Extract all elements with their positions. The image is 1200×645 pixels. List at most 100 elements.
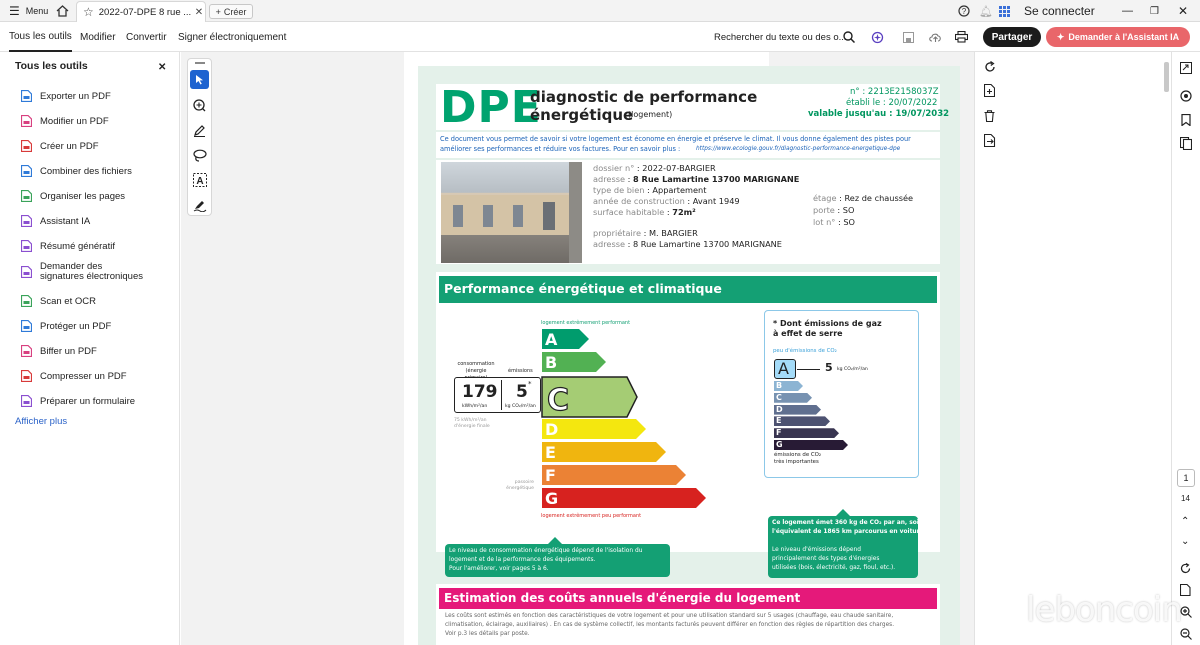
search-button[interactable] [843,22,855,52]
tab-edit-label: Modifier [80,31,116,43]
photo-wall [569,162,582,263]
tool-item-protect-pdf[interactable]: Protéger un PDF [20,320,111,332]
draw-tool-button[interactable] [193,149,207,167]
dpe-valid-until: valable jusqu'au : 19/07/2032 [808,109,950,119]
close-panel-icon[interactable]: ✕ [158,62,166,73]
export-panel-button[interactable] [1180,61,1192,79]
tool-item-label: Biffer un PDF [40,345,97,357]
tool-item-scan-ocr[interactable]: Scan et OCR [20,295,96,307]
comment-tool-button[interactable] [193,99,206,117]
home-button[interactable] [56,0,69,22]
lot-value: SO [843,217,856,227]
rotate-button[interactable] [984,60,996,78]
close-icon: ✕ [1178,4,1189,18]
passoire-label: passoire énergétique [506,480,534,491]
tool-item-generative-summary[interactable]: Résumé génératif [20,240,115,252]
energy-class-e-arrow: E [542,442,666,462]
owner-label: propriétaire [593,228,641,238]
menu-button[interactable]: ☰ Menu [9,0,48,22]
ges-high-label-1: émissions de CO₂ [774,452,822,458]
bookmarks-panel-button[interactable] [1180,113,1192,131]
ai-panel-button[interactable] [1180,89,1192,107]
help-icon: ? [958,5,970,17]
export-pdf-icon [20,90,32,102]
tool-item-create-pdf[interactable]: Créer un PDF [20,140,99,152]
close-window-button[interactable]: ✕ [1178,0,1188,22]
scan-ocr-icon [20,295,32,307]
text-select-tool-button[interactable]: A [193,173,207,192]
ai-assistant-icon [20,215,32,227]
tool-item-redact-pdf[interactable]: Biffer un PDF [20,345,97,357]
tool-item-edit-pdf[interactable]: Modifier un PDF [20,115,109,127]
tool-item-ai-assistant[interactable]: Assistant IA [20,215,90,227]
delete-page-button[interactable] [984,109,995,127]
lasso-icon [193,149,207,162]
document-tab[interactable]: ☆ 2022-07-DPE 8 rue ... ✕ [76,1,206,22]
apps-button[interactable] [999,0,1010,22]
emissions-note-3: Le niveau d'émissions dépend [772,547,861,553]
show-more-link[interactable]: Afficher plus [15,416,67,427]
extract-page-button[interactable] [983,133,996,152]
ges-value: 5 [825,361,833,374]
scrollbar-thumb[interactable] [1164,62,1169,92]
previous-page-button[interactable]: ⌃ [1181,516,1189,527]
signature-pen-icon [193,201,207,213]
notifications-button[interactable]: 🔔︎ [979,0,993,22]
ges-class-d-label: D [776,404,783,414]
next-page-button[interactable]: ⌄ [1181,536,1189,547]
star-icon[interactable]: ☆ [83,5,94,19]
page-number-input[interactable]: 1 [1177,469,1195,487]
emissions-note-arrow [836,509,850,516]
tab-esign-label: Signer électroniquement [178,31,287,43]
tool-item-signature-request[interactable]: Demander des signatures électroniques [20,262,145,282]
tab-edit[interactable]: Modifier [80,22,116,52]
minimize-button[interactable]: — [1122,0,1133,22]
share-button[interactable]: Partager [983,27,1041,47]
tool-item-label: Assistant IA [40,215,91,227]
tool-item-organize-pages[interactable]: Organiser les pages [20,190,125,202]
select-tool-button[interactable] [190,70,209,89]
owner-address-label: adresse [593,239,626,249]
dpe-intro-link[interactable]: https://www.ecologie.gouv.fr/diagnostic-… [696,146,900,152]
ges-connector [797,369,820,370]
strip-handle[interactable] [195,62,205,64]
emissions-note-2: l'équivalent de 1865 km parcourus en voi… [772,529,926,535]
tool-item-label: Créer un PDF [40,140,99,152]
tool-item-combine-files[interactable]: Combiner des fichiers [20,165,132,177]
floor-value: Rez de chaussée [844,193,914,203]
ask-ai-assistant-button[interactable]: ✦ Demander à l'Assistant IA [1046,27,1190,47]
tool-item-prepare-form[interactable]: Préparer un formulaire [20,395,135,407]
refresh-button[interactable] [1180,561,1191,579]
fill-sign-tool-button[interactable] [193,199,207,217]
maximize-button[interactable]: ❐ [1150,0,1159,22]
print-button[interactable] [955,22,968,52]
pages-panel-button[interactable] [1179,136,1193,155]
tab-convert[interactable]: Convertir [126,22,167,52]
surface-value: 72m² [672,207,696,217]
insert-page-button[interactable] [983,83,996,102]
tab-esign[interactable]: Signer électroniquement [178,22,286,52]
highlight-tool-button[interactable] [193,124,206,142]
tab-all-tools[interactable]: Tous les outils [9,22,72,52]
upload-button[interactable] [929,22,942,52]
hamburger-icon: ☰ [9,4,20,18]
save-button[interactable] [903,22,914,52]
help-button[interactable]: ? [958,0,970,22]
signin-button[interactable]: Se connecter [1024,0,1095,22]
tool-item-label: Résumé génératif [40,240,115,252]
close-tab-icon[interactable]: ✕ [195,7,203,18]
export-panel-icon [1180,62,1192,74]
property-type-value: Appartement [652,185,707,195]
edit-pdf-icon [20,115,32,127]
energy-class-g-label: G [545,489,558,508]
tool-item-export-pdf[interactable]: Exporter un PDF [20,90,111,102]
energy-class-g-arrow: G [542,488,706,508]
floor-label: étage [813,193,837,203]
create-button[interactable]: + Créer [209,4,253,19]
tool-item-label: Protéger un PDF [40,320,112,332]
text-box-icon: A [193,173,207,187]
search-field[interactable]: Rechercher du texte ou des o... [714,22,847,52]
tool-item-compress-pdf[interactable]: Compresser un PDF [20,370,127,382]
ai-tools-button[interactable] [871,22,884,52]
ai-circle-icon [1180,90,1192,102]
